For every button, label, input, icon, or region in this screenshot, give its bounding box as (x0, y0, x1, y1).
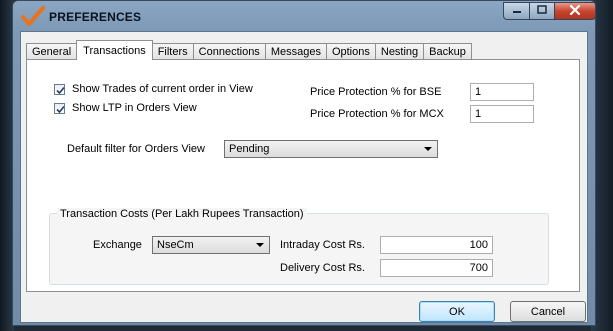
maximize-button[interactable] (529, 2, 555, 20)
checkmark-logo-icon (21, 5, 45, 27)
close-button[interactable] (554, 2, 595, 20)
show-ltp-checkbox[interactable] (54, 103, 65, 114)
minimize-icon (512, 5, 522, 17)
tab-transactions[interactable]: Transactions (76, 40, 153, 60)
delivery-cost-input[interactable]: 700 (380, 259, 493, 277)
cancel-button[interactable]: Cancel (510, 301, 586, 322)
intraday-cost-label: Intraday Cost Rs. (280, 239, 365, 251)
chevron-down-icon (256, 243, 264, 247)
exchange-dropdown[interactable]: NseCm (152, 236, 270, 254)
checkmark-icon (56, 105, 65, 114)
show-ltp-label[interactable]: Show LTP in Orders View (72, 102, 197, 114)
ok-button[interactable]: OK (419, 301, 495, 322)
tab-backup[interactable]: Backup (423, 43, 472, 60)
intraday-cost-input[interactable]: 100 (380, 236, 493, 254)
window-title: PREFERENCES (49, 10, 142, 24)
tab-nesting[interactable]: Nesting (374, 43, 425, 60)
transactions-tab-panel: Show Trades of current order in View Sho… (26, 59, 580, 292)
tab-messages[interactable]: Messages (264, 43, 327, 60)
tab-general[interactable]: General (26, 43, 78, 60)
tab-filters[interactable]: Filters (151, 43, 194, 60)
show-trades-label[interactable]: Show Trades of current order in View (72, 83, 253, 95)
tab-strip: General Transactions Filters Connections… (26, 40, 472, 60)
price-protection-mcx-input[interactable]: 1 (470, 105, 534, 123)
tab-connections[interactable]: Connections (192, 43, 266, 60)
dialog-client-area: General Transactions Filters Connections… (20, 31, 588, 323)
close-icon (569, 4, 581, 18)
tab-options[interactable]: Options (325, 43, 376, 60)
maximize-icon (537, 5, 547, 17)
show-trades-checkbox[interactable] (54, 84, 65, 95)
default-filter-value: Pending (229, 143, 270, 155)
transaction-costs-group-label: Transaction Costs (Per Lakh Rupees Trans… (57, 208, 307, 220)
price-protection-mcx-label: Price Protection % for MCX (310, 108, 444, 120)
title-bar[interactable]: PREFERENCES (13, 1, 595, 31)
default-filter-dropdown[interactable]: Pending (224, 140, 438, 158)
delivery-cost-label: Delivery Cost Rs. (280, 262, 365, 274)
price-protection-bse-input[interactable]: 1 (470, 83, 534, 101)
minimize-button[interactable] (503, 2, 530, 20)
checkmark-icon (56, 86, 65, 95)
exchange-value: NseCm (157, 239, 194, 251)
price-protection-bse-label: Price Protection % for BSE (310, 86, 442, 98)
default-filter-label: Default filter for Orders View (67, 143, 205, 155)
chevron-down-icon (424, 147, 432, 151)
exchange-label: Exchange (93, 239, 142, 251)
preferences-window: PREFERENCES General Transactions Filters… (12, 0, 596, 326)
